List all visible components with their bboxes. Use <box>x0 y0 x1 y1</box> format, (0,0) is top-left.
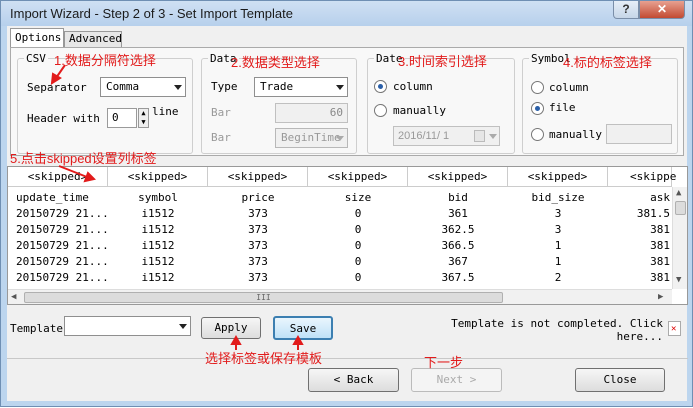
annotation-arrows <box>50 64 304 350</box>
arrow-apply-head <box>230 334 242 345</box>
import-wizard-window: Import Wizard - Step 2 of 3 - Set Import… <box>0 0 693 407</box>
arrow-skipped-head <box>83 171 96 183</box>
arrow-skipped <box>58 165 88 178</box>
arrow-save-head <box>292 334 304 345</box>
